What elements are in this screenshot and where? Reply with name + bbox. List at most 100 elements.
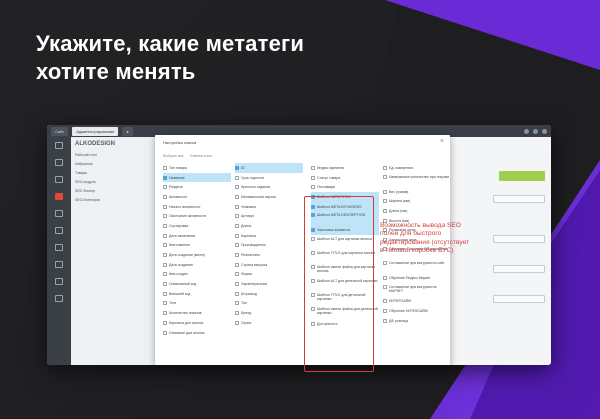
nav-services[interactable] (47, 205, 71, 222)
checkbox[interactable] (383, 309, 387, 314)
field-option[interactable]: Индекс времени (311, 163, 379, 173)
checkbox[interactable] (163, 175, 167, 180)
checkbox[interactable] (163, 233, 167, 238)
checkbox[interactable] (163, 185, 167, 190)
checkbox[interactable] (235, 233, 239, 238)
checkbox[interactable] (163, 320, 167, 325)
checkbox[interactable] (163, 262, 167, 267)
list-field[interactable] (493, 295, 545, 303)
checkbox[interactable] (235, 165, 239, 170)
checkbox[interactable] (383, 174, 387, 179)
field-option[interactable]: Описание для анонса (163, 328, 231, 338)
checkbox[interactable] (311, 185, 315, 190)
field-option[interactable]: Измеряемое количество при покупке (383, 173, 451, 187)
field-option[interactable]: Сортировка (163, 221, 231, 231)
user-icon[interactable] (524, 128, 529, 134)
tab-site[interactable]: Сайт (51, 126, 69, 136)
tree-item[interactable]: SEO Фильтр (75, 187, 154, 196)
checkbox[interactable] (163, 291, 167, 296)
nav-content[interactable] (47, 154, 71, 171)
field-option[interactable]: Картинка для анонса (163, 318, 231, 328)
checkbox[interactable] (163, 253, 167, 258)
checkbox[interactable] (163, 301, 167, 306)
nav-marketing[interactable] (47, 171, 71, 188)
checkbox[interactable] (163, 165, 167, 170)
field-option[interactable]: Название (163, 172, 231, 183)
field-option[interactable]: Вес (грамм) (383, 187, 451, 197)
field-option[interactable]: Крепость изделия (235, 182, 303, 192)
checkbox[interactable] (163, 204, 167, 209)
field-option[interactable]: Соглашение для выгрузки на МАРКЕТ (383, 283, 451, 297)
field-option[interactable]: Теги (163, 299, 231, 309)
deselect-all-link[interactable]: Отменить все (190, 154, 212, 158)
nav-settings[interactable] (47, 256, 71, 273)
checkbox[interactable] (383, 189, 387, 194)
checkbox[interactable] (383, 260, 387, 265)
field-option[interactable]: Тип (235, 299, 303, 309)
field-option[interactable]: Длина (мм) (383, 206, 451, 216)
checkbox[interactable] (163, 330, 167, 335)
field-option[interactable]: Ширина (мм) (383, 196, 451, 206)
field-option[interactable]: Серия (235, 318, 303, 328)
field-option[interactable]: Активность (163, 192, 231, 202)
field-option[interactable]: Кем создан (163, 270, 231, 280)
tree-item[interactable]: SEO-Категории (75, 196, 154, 205)
field-option[interactable]: ID (235, 163, 303, 173)
checkbox[interactable] (235, 291, 239, 296)
field-option[interactable]: ИНТЕРСАЙМ (383, 297, 451, 307)
field-option[interactable]: Штрихкод (235, 289, 303, 299)
checkbox[interactable] (235, 243, 239, 248)
field-option[interactable]: Артикул (235, 211, 303, 221)
nav-desktop[interactable] (47, 137, 71, 154)
field-option[interactable]: Тип товара (163, 163, 231, 173)
tree-item[interactable]: SEO-модули (75, 178, 154, 187)
field-option[interactable]: Раздела (163, 182, 231, 192)
checkbox[interactable] (235, 175, 239, 180)
checkbox[interactable] (235, 262, 239, 267)
checkbox[interactable] (163, 223, 167, 228)
field-option[interactable]: Соглашение для выгрузки на сайт (383, 259, 451, 273)
field-option[interactable]: Обучение ИНТЕКСАЙМ (383, 306, 451, 316)
checkbox[interactable] (235, 214, 239, 219)
field-option[interactable]: Символьный код (163, 279, 231, 289)
nav-analytics[interactable] (47, 222, 71, 239)
nav-stats[interactable] (47, 290, 71, 307)
checkbox[interactable] (163, 272, 167, 277)
checkbox[interactable] (383, 318, 387, 323)
field-option[interactable]: Внешний код (163, 289, 231, 299)
field-option[interactable]: Кем изменен (163, 241, 231, 251)
checkbox[interactable] (383, 199, 387, 204)
checkbox[interactable] (163, 214, 167, 219)
list-field[interactable] (493, 235, 545, 243)
nav-store[interactable] (47, 188, 71, 205)
close-icon[interactable]: × (440, 138, 444, 145)
field-option[interactable]: Срок годности (235, 173, 303, 183)
field-option[interactable]: Характеристики (235, 279, 303, 289)
checkbox[interactable] (163, 194, 167, 199)
field-option[interactable]: Резинотаты (235, 250, 303, 260)
tree-item[interactable]: Избранное (75, 160, 154, 169)
field-option[interactable]: Дата создания (163, 260, 231, 270)
list-field[interactable] (493, 265, 545, 273)
nav-users[interactable] (47, 239, 71, 256)
checkbox[interactable] (383, 275, 387, 280)
field-option[interactable]: Дата изменения (163, 231, 231, 241)
checkbox[interactable] (383, 284, 387, 289)
field-option[interactable]: Поставщик (311, 182, 379, 192)
field-option[interactable]: Страна выпуска (235, 260, 303, 270)
select-all-link[interactable]: Выбрать все (163, 154, 184, 158)
checkbox[interactable] (235, 185, 239, 190)
field-option[interactable]: Картинка (235, 231, 303, 241)
checkbox[interactable] (235, 223, 239, 228)
tree-item[interactable]: Рабочий стол (75, 151, 154, 160)
field-option[interactable]: Производитель (235, 241, 303, 251)
checkbox[interactable] (311, 175, 315, 180)
tab-extra[interactable]: ● (122, 126, 133, 136)
field-option[interactable]: Минимальная партия (235, 192, 303, 202)
checkbox[interactable] (383, 208, 387, 213)
tree-item[interactable]: Товары (75, 169, 154, 178)
list-field[interactable] (493, 195, 545, 203)
checkbox[interactable] (383, 299, 387, 304)
checkbox[interactable] (235, 204, 239, 209)
checkbox[interactable] (235, 311, 239, 316)
